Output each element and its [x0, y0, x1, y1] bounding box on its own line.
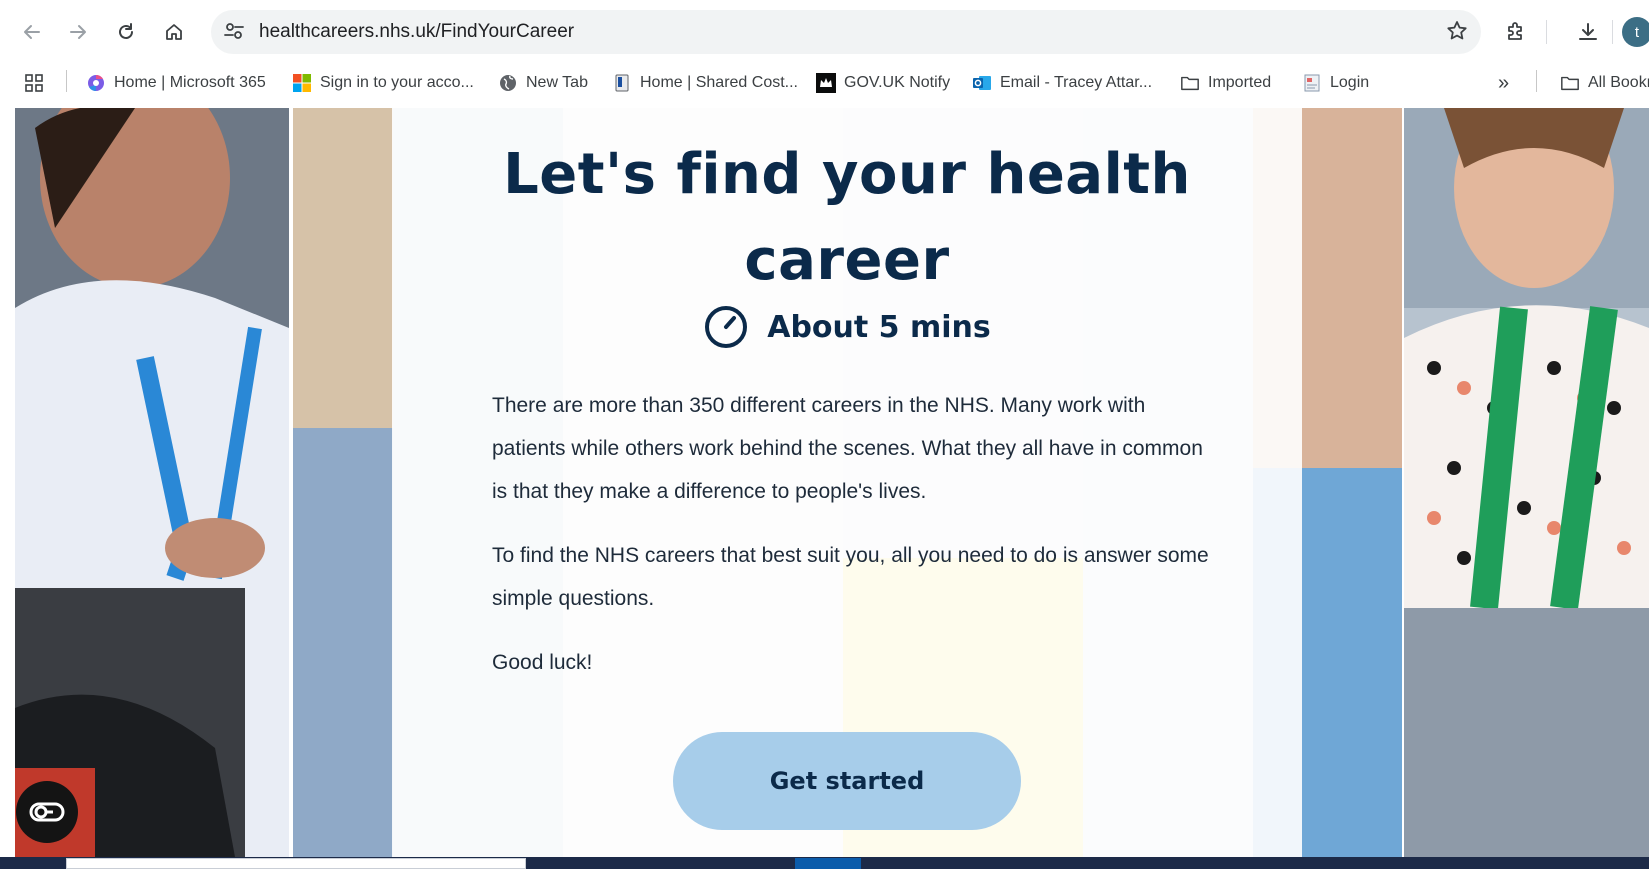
toolbar-divider: [1612, 20, 1613, 44]
accessibility-toggle-icon: [29, 802, 65, 822]
apps-grid-icon: [24, 73, 44, 93]
accessibility-button[interactable]: [16, 781, 78, 843]
bookmark-label: New Tab: [526, 74, 588, 91]
puzzle-icon: [1508, 22, 1522, 40]
page-icon: [612, 73, 632, 93]
page-title-line1: Let's find your health: [503, 142, 1191, 207]
bookmark-sign-in[interactable]: Sign in to your acco...: [292, 70, 474, 96]
site-settings-icon[interactable]: [223, 20, 245, 47]
forward-button[interactable]: [60, 14, 96, 50]
outlook-icon: [972, 73, 992, 93]
stopwatch-icon: [705, 306, 748, 348]
globe-icon: [498, 73, 518, 93]
pharmacist-photo: [1404, 108, 1649, 857]
downloads-button[interactable]: [1570, 14, 1606, 50]
bookmark-imported[interactable]: Imported: [1180, 70, 1271, 96]
arrow-right-icon: [70, 25, 86, 39]
home-icon: [166, 24, 182, 40]
crown-icon: [816, 73, 836, 93]
bookmark-label: Home | Shared Cost...: [640, 74, 798, 91]
bookmark-govuk-notify[interactable]: GOV.UK Notify: [816, 70, 950, 96]
address-bar[interactable]: healthcareers.nhs.uk/FindYourCareer: [211, 10, 1481, 54]
taskbar-search[interactable]: [66, 858, 526, 869]
bookmark-label: Home | Microsoft 365: [114, 74, 266, 91]
all-bookmarks-button[interactable]: All Bookmarks: [1560, 70, 1649, 96]
apps-button[interactable]: [24, 70, 52, 96]
bookmark-label: All Bookmarks: [1588, 74, 1649, 91]
bookmark-shared-cost[interactable]: Home | Shared Cost...: [612, 70, 798, 96]
bookmark-new-tab[interactable]: New Tab: [498, 70, 588, 96]
bookmark-microsoft365[interactable]: Home | Microsoft 365: [86, 70, 266, 96]
url-text[interactable]: healthcareers.nhs.uk/FindYourCareer: [259, 21, 574, 43]
bookmark-label: Login: [1330, 74, 1370, 91]
download-icon: [1579, 23, 1597, 40]
bookmark-login[interactable]: Login: [1302, 70, 1369, 96]
get-started-button[interactable]: Get started: [673, 732, 1021, 830]
bookmarks-divider: [1536, 70, 1537, 92]
toolbar-divider: [1546, 20, 1547, 44]
instructions-paragraph: To find the NHS careers that best suit y…: [492, 544, 1209, 610]
home-button[interactable]: [156, 14, 192, 50]
taskbar-active-app[interactable]: [795, 858, 861, 869]
page-title-line2: career: [744, 228, 950, 293]
bookmark-label: Email - Tracey Attar...: [1000, 74, 1153, 91]
star-icon[interactable]: [1445, 19, 1469, 48]
page-content: Let's find your health career About 5 mi…: [0, 108, 1649, 857]
bookmark-label: Imported: [1208, 74, 1272, 91]
microsoft-icon: [292, 73, 312, 93]
document-icon: [1302, 73, 1322, 93]
nurse-photo: [15, 108, 289, 857]
time-estimate: About 5 mins: [392, 304, 1302, 350]
arrow-left-icon: [24, 25, 40, 39]
good-luck-text: Good luck!: [492, 651, 593, 674]
browser-toolbar: healthcareers.nhs.uk/FindYourCareer t: [0, 0, 1649, 62]
profile-avatar[interactable]: t: [1622, 17, 1649, 47]
page-title: Let's find your health career: [392, 132, 1302, 304]
reload-icon: [119, 23, 133, 39]
intro-paragraph: There are more than 350 different career…: [492, 394, 1203, 503]
microsoft365-icon: [86, 73, 106, 93]
more-bookmarks-button[interactable]: »: [1498, 70, 1509, 96]
browser-chrome: healthcareers.nhs.uk/FindYourCareer t Ho…: [0, 0, 1649, 108]
folder-icon: [1180, 73, 1200, 93]
reload-button[interactable]: [108, 14, 144, 50]
folder-icon: [1560, 73, 1580, 93]
bookmarks-divider: [66, 70, 67, 92]
chevron-double-right-icon: »: [1498, 71, 1510, 94]
bookmark-label: Sign in to your acco...: [320, 74, 474, 91]
career-intro-panel: Let's find your health career About 5 mi…: [392, 108, 1302, 857]
bookmarks-bar: Home | Microsoft 365 Sign in to your acc…: [0, 62, 1649, 102]
time-estimate-label: About 5 mins: [767, 309, 991, 345]
bookmark-label: GOV.UK Notify: [844, 74, 951, 91]
extensions-button[interactable]: [1498, 14, 1534, 50]
bookmark-email[interactable]: Email - Tracey Attar...: [972, 70, 1152, 96]
back-button[interactable]: [14, 14, 50, 50]
